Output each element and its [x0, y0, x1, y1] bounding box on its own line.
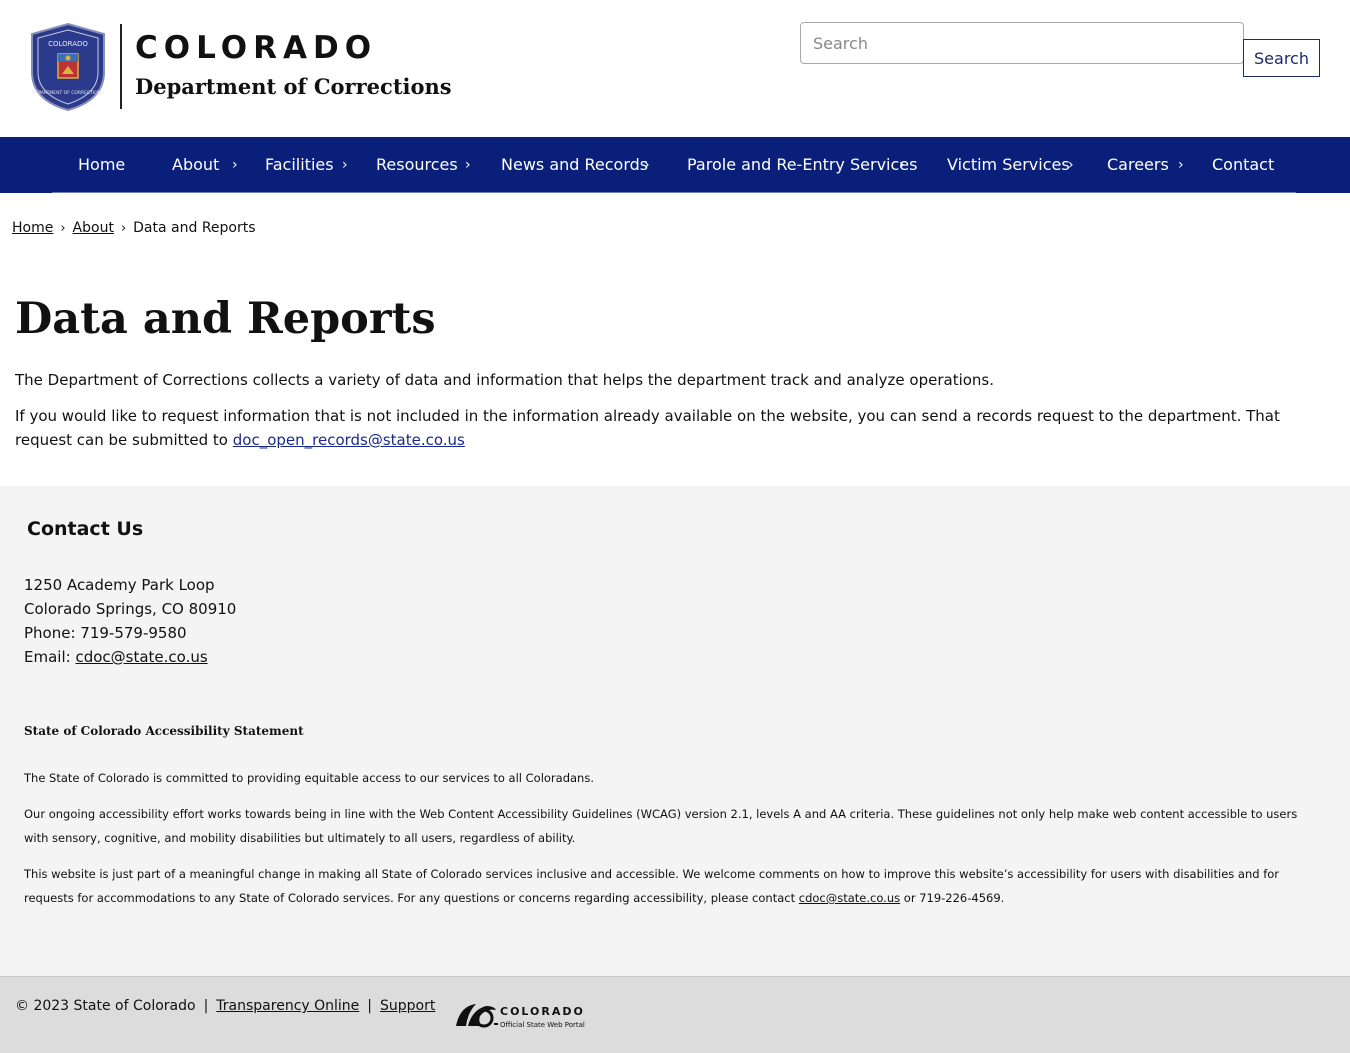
main-nav: Home About › Facilities › Resources › Ne… — [0, 137, 1350, 193]
accessibility-email-link[interactable]: cdoc@state.co.us — [799, 891, 900, 905]
chevron-right-icon[interactable]: › — [342, 137, 348, 193]
nav-underline — [52, 192, 1296, 193]
nav-item-parole-reentry[interactable]: Parole and Re-Entry Services — [687, 137, 917, 193]
footer-links: © 2023 State of Colorado | Transparency On… — [15, 998, 435, 1014]
accessibility-paragraph-1: The State of Colorado is committed to pr… — [24, 771, 594, 785]
nav-item-victim-services[interactable]: Victim Services — [947, 137, 1070, 193]
records-request-paragraph: If you would like to request information… — [15, 404, 1340, 452]
chevron-right-icon[interactable]: › — [1068, 137, 1074, 193]
contact-heading: Contact Us — [27, 518, 144, 540]
accessibility-heading: State of Colorado Accessibility Statemen… — [24, 724, 304, 738]
chevron-right-icon[interactable]: › — [644, 137, 650, 193]
breadcrumb-home[interactable]: Home — [12, 220, 53, 236]
records-email-link[interactable]: doc_open_records@state.co.us — [233, 431, 465, 449]
chevron-right-icon[interactable]: › — [1178, 137, 1184, 193]
breadcrumb-current: Data and Reports — [133, 220, 256, 236]
copyright-text: © 2023 State of Colorado — [15, 998, 196, 1014]
site-header: COLORADO DEPARTMENT OF CORRECTIONS COLOR… — [0, 0, 1350, 137]
intro-paragraph: The Department of Corrections collects a… — [15, 371, 995, 389]
breadcrumb-about[interactable]: About — [73, 220, 114, 236]
address-line-2: Colorado Springs, CO 80910 — [24, 600, 237, 618]
nav-item-about[interactable]: About — [172, 137, 219, 193]
records-request-text: If you would like to request information… — [15, 407, 1280, 449]
brand-subtitle[interactable]: Department of Corrections — [135, 74, 452, 99]
address-line-1: 1250 Academy Park Loop — [24, 576, 215, 594]
breadcrumb: Home › About › Data and Reports — [12, 220, 256, 236]
bottom-bar — [0, 976, 1350, 1053]
brand-divider — [120, 24, 122, 109]
chevron-right-icon[interactable]: › — [465, 137, 471, 193]
portal-logo-subtitle: Official State Web Portal — [500, 1021, 585, 1029]
email-label: Email: — [24, 648, 76, 666]
contact-email-link[interactable]: cdoc@state.co.us — [75, 648, 207, 666]
accessibility-p3-text: This website is just part of a meaningfu… — [24, 867, 1280, 905]
colorado-portal-logo[interactable]: COLORADO Official State Web Portal — [454, 1000, 594, 1032]
breadcrumb-separator: › — [60, 221, 66, 236]
accessibility-paragraph-2: Our ongoing accessibility effort works t… — [24, 807, 1298, 845]
page-title: Data and Reports — [15, 294, 436, 344]
seal-bottom-text: DEPARTMENT OF CORRECTIONS — [32, 90, 104, 96]
search-button[interactable]: Search — [1243, 39, 1320, 77]
breadcrumb-separator: › — [120, 221, 127, 236]
accessibility-paragraph-3: This website is just part of a meaningfu… — [24, 862, 1324, 910]
portal-logo-title: COLORADO — [500, 1005, 585, 1018]
transparency-online-link[interactable]: Transparency Online — [216, 998, 359, 1014]
nav-item-news-and-records[interactable]: News and Records — [501, 137, 648, 193]
accessibility-p3-end: or 719-226-4569. — [900, 891, 1005, 905]
nav-item-careers[interactable]: Careers — [1107, 137, 1169, 193]
nav-item-home[interactable]: Home — [78, 137, 125, 193]
brand-title[interactable]: COLORADO — [135, 30, 377, 66]
chevron-right-icon[interactable]: › — [232, 137, 238, 193]
nav-item-facilities[interactable]: Facilities — [265, 137, 334, 193]
contact-phone: Phone: 719-579-9580 — [24, 624, 187, 642]
cdoc-seal-logo[interactable]: COLORADO DEPARTMENT OF CORRECTIONS — [28, 22, 108, 112]
contact-address: 1250 Academy Park Loop Colorado Springs,… — [24, 573, 236, 669]
chevron-right-icon[interactable]: › — [899, 137, 905, 193]
search-input[interactable] — [800, 22, 1244, 64]
nav-item-contact[interactable]: Contact — [1212, 137, 1274, 193]
seal-top-text: COLORADO — [48, 40, 88, 48]
nav-item-resources[interactable]: Resources — [376, 137, 458, 193]
footer-separator: | — [203, 998, 209, 1014]
contact-email-row: Email: cdoc@state.co.us — [24, 645, 236, 669]
support-link[interactable]: Support — [380, 998, 435, 1014]
footer-separator: | — [367, 998, 373, 1014]
